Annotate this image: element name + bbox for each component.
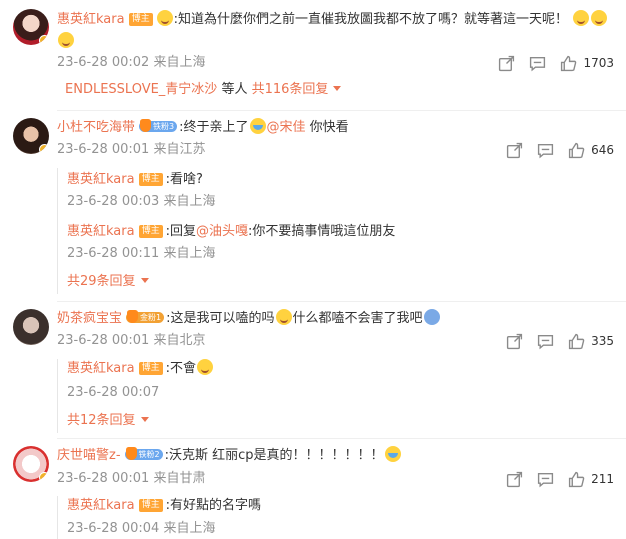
username[interactable]: 庆世喵警z- bbox=[57, 448, 121, 463]
avatar[interactable] bbox=[13, 309, 49, 345]
comment-text: :沃克斯 红丽cp是真的！！！！！！！ bbox=[164, 448, 384, 463]
comment-text: :终于亲上了 bbox=[179, 120, 249, 135]
reply-text: :有好點的名字嗎 bbox=[165, 498, 261, 513]
share-icon[interactable] bbox=[498, 55, 515, 72]
chevron-down-icon bbox=[136, 413, 149, 428]
thumbs-up-icon[interactable] bbox=[568, 142, 585, 159]
share-icon[interactable] bbox=[506, 471, 523, 488]
reply-text: :回复 bbox=[165, 224, 196, 239]
thinking-emoji-icon bbox=[275, 309, 292, 325]
reply-body: 惠英紅kara 博主:不會 bbox=[67, 359, 214, 379]
reply-preview-user[interactable]: ENDLESSLOVE_青宁冰沙 bbox=[65, 82, 217, 97]
grin-emoji-icon bbox=[591, 10, 608, 26]
worried-emoji-icon bbox=[423, 309, 440, 325]
comment-meta: 23-6-28 00:01 来自北京 bbox=[57, 333, 206, 348]
reply-text: :看啥? bbox=[165, 172, 203, 187]
author-badge: 博主 bbox=[138, 173, 163, 186]
author-badge: 博主 bbox=[138, 225, 163, 238]
username[interactable]: 惠英紅kara bbox=[67, 498, 135, 513]
reply-meta: 23-6-28 00:07 bbox=[67, 385, 160, 400]
username[interactable]: 奶茶疯宝宝 bbox=[57, 311, 122, 326]
like-count: 335 bbox=[591, 334, 614, 348]
cry-emoji-icon bbox=[249, 118, 266, 134]
thumbs-up-icon[interactable] bbox=[568, 471, 585, 488]
comment-text-tail: 你快看 bbox=[305, 120, 349, 135]
username[interactable]: 惠英紅kara bbox=[57, 12, 125, 27]
comment-actions: 646 bbox=[492, 140, 614, 160]
author-badge: 博主 bbox=[138, 499, 163, 512]
comment-actions: 335 bbox=[492, 331, 614, 351]
reply-body: 惠英紅kara 博主:有好點的名字嗎 bbox=[67, 496, 261, 516]
avatar[interactable] bbox=[13, 118, 49, 154]
comment-meta: 23-6-28 00:01 来自甘肃 bbox=[57, 471, 206, 486]
reply-body: 惠英紅kara 博主:回复@油头嘎:你不要搞事情哦這位朋友 bbox=[67, 222, 395, 242]
comment-meta: 23-6-28 00:02 来自上海 bbox=[57, 55, 206, 70]
username[interactable]: 惠英紅kara bbox=[67, 172, 135, 187]
comment-icon[interactable] bbox=[529, 55, 546, 72]
comment-text: :知道為什麼你們之前一直催我放圖我都不放了嗎？就等著這一天呢！ bbox=[173, 12, 568, 27]
comment-icon[interactable] bbox=[537, 142, 554, 159]
fan-level-badge: 金粉1 bbox=[126, 310, 165, 323]
username[interactable]: 惠英紅kara bbox=[67, 224, 135, 239]
comment-actions: 211 bbox=[492, 469, 614, 489]
mention-link[interactable]: @油头嘎 bbox=[196, 224, 248, 239]
comment-icon[interactable] bbox=[537, 333, 554, 350]
chevron-down-icon bbox=[136, 274, 149, 289]
more-replies[interactable]: 共12条回复 bbox=[67, 411, 149, 431]
comment-text-tail: 什么都嗑不会害了我吧 bbox=[292, 311, 423, 326]
share-icon[interactable] bbox=[506, 142, 523, 159]
like-count: 1703 bbox=[583, 56, 614, 70]
thumbs-up-icon[interactable] bbox=[568, 333, 585, 350]
divider bbox=[57, 110, 626, 111]
reply-meta: 23-6-28 00:04 来自上海 bbox=[67, 521, 216, 536]
avatar[interactable] bbox=[13, 9, 49, 45]
divider bbox=[57, 301, 626, 302]
reply-meta: 23-6-28 00:11 来自上海 bbox=[67, 246, 216, 261]
reply-count-link[interactable]: 共116条回复 bbox=[252, 82, 329, 97]
reply-body: 惠英紅kara 博主:看啥? bbox=[67, 170, 203, 190]
like-count: 211 bbox=[591, 472, 614, 486]
reply-preview[interactable]: ENDLESSLOVE_青宁冰沙 等人 共116条回复 bbox=[65, 80, 342, 100]
divider bbox=[57, 438, 626, 439]
more-replies[interactable]: 共29条回复 bbox=[67, 272, 149, 292]
reply-list: 惠英紅kara 博主:有好點的名字嗎 23-6-28 00:04 来自上海 bbox=[57, 496, 613, 539]
more-replies-link[interactable]: 共12条回复 bbox=[67, 413, 136, 428]
comment-body: 庆世喵警z- 铁粉2:沃克斯 红丽cp是真的！！！！！！！ bbox=[57, 446, 402, 466]
verified-icon bbox=[39, 144, 49, 154]
comment-meta: 23-6-28 00:01 来自江苏 bbox=[57, 142, 206, 157]
comment-body-wrap bbox=[57, 32, 75, 52]
laugh-emoji-icon bbox=[196, 359, 213, 375]
comment-body: 小杜不吃海带 铁粉3:终于亲上了 @宋佳 你快看 bbox=[57, 118, 349, 138]
username[interactable]: 惠英紅kara bbox=[67, 361, 135, 376]
comment-body: 惠英紅kara 博主 :知道為什麼你們之前一直催我放圖我都不放了嗎？就等著這一天呢！ bbox=[57, 10, 608, 30]
fan-level-badge: 铁粉2 bbox=[124, 447, 163, 460]
avatar[interactable] bbox=[13, 446, 49, 482]
comment-text: :这是我可以嗑的吗 bbox=[166, 311, 275, 326]
thumbs-up-icon[interactable] bbox=[560, 55, 577, 72]
cry-emoji-icon bbox=[384, 446, 401, 462]
reply-list: 惠英紅kara 博主:看啥? 23-6-28 00:03 来自上海 惠英紅kara… bbox=[57, 168, 613, 294]
mention-link[interactable]: @宋佳 bbox=[267, 120, 306, 135]
comment-actions: 1703 bbox=[484, 53, 614, 73]
reply-text: :不會 bbox=[165, 361, 196, 376]
fan-level-badge: 铁粉3 bbox=[139, 119, 178, 132]
grin-emoji-icon bbox=[58, 32, 74, 48]
more-replies-link[interactable]: 共29条回复 bbox=[67, 274, 136, 289]
username[interactable]: 小杜不吃海带 bbox=[57, 120, 135, 135]
smile-emoji-icon bbox=[156, 10, 173, 26]
comment-body: 奶茶疯宝宝 金粉1:这是我可以嗑的吗 什么都嗑不会害了我吧 bbox=[57, 309, 441, 329]
reply-list: 惠英紅kara 博主:不會 23-6-28 00:07 共12条回复 bbox=[57, 359, 613, 433]
verified-icon bbox=[39, 472, 49, 482]
grin-emoji-icon bbox=[573, 10, 590, 26]
reply-meta: 23-6-28 00:03 来自上海 bbox=[67, 194, 216, 209]
verified-icon bbox=[39, 35, 49, 45]
share-icon[interactable] bbox=[506, 333, 523, 350]
reply-preview-suffix: 等人 bbox=[221, 82, 248, 97]
reply-text-tail: :你不要搞事情哦這位朋友 bbox=[248, 224, 396, 239]
chevron-down-icon bbox=[328, 82, 342, 97]
like-count: 646 bbox=[591, 143, 614, 157]
author-badge: 博主 bbox=[138, 362, 163, 375]
author-badge: 博主 bbox=[128, 13, 153, 26]
comment-icon[interactable] bbox=[537, 471, 554, 488]
